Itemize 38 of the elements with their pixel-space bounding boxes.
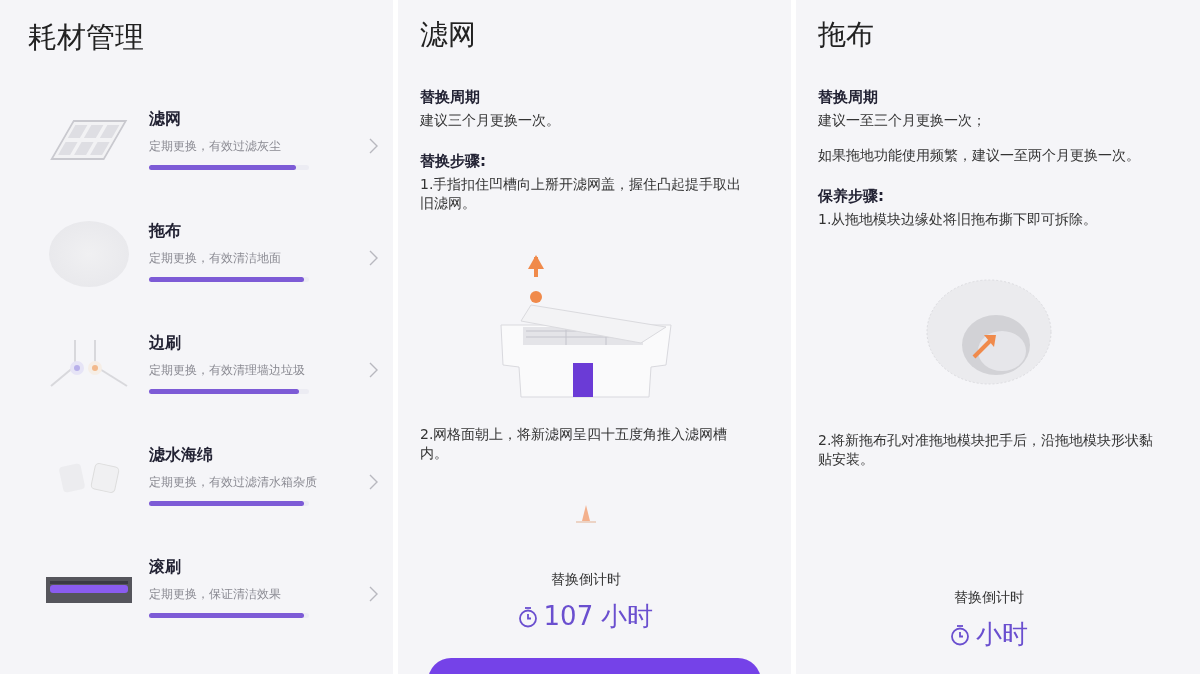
countdown-value: 小时 xyxy=(976,618,1028,651)
countdown-label: 替换倒计时 xyxy=(550,571,621,589)
chevron-right-icon xyxy=(369,250,378,266)
item-name: 滚刷 xyxy=(149,556,182,578)
item-name: 滤网 xyxy=(149,108,182,130)
instruction-text: 1.手指扣住凹槽向上掰开滤网盖，握住凸起提手取出旧滤网。 xyxy=(420,175,743,213)
sponge-icon xyxy=(56,461,121,495)
arrow-tip-drawing xyxy=(573,505,598,523)
chevron-right-icon xyxy=(369,362,378,378)
item-description: 定期更换，有效清理墙边垃圾 xyxy=(149,361,306,379)
chevron-right-icon xyxy=(369,586,378,602)
instruction-text: 如果拖地功能使用频繁，建议一至两个月更换一次。 xyxy=(818,146,1141,165)
item-description: 定期更换，保证清洁效果 xyxy=(149,585,282,603)
section-heading: 保养步骤: xyxy=(818,187,885,206)
instruction-text: 2.将新拖布孔对准拖地模块把手后，沿拖地模块形状黏贴安装。 xyxy=(818,431,1155,469)
section-heading: 替换步骤: xyxy=(420,152,487,171)
timer-icon xyxy=(950,623,970,646)
countdown-label: 替换倒计时 xyxy=(954,589,1024,607)
item-name: 滤水海绵 xyxy=(149,444,214,466)
roller-brush-icon xyxy=(45,577,132,603)
timer-icon xyxy=(517,605,538,628)
instruction-text: 2.网格面朝上，将新滤网呈四十五度角推入滤网槽内。 xyxy=(420,425,729,463)
section-heading: 替换周期 xyxy=(818,88,879,107)
page-title: 耗材管理 xyxy=(28,19,145,56)
instruction-text: 建议一至三个月更换一次； xyxy=(818,111,987,130)
item-description: 定期更换，有效过滤清水箱杂质 xyxy=(149,473,318,491)
page-title: 滤网 xyxy=(420,17,477,53)
instruction-text: 1.从拖地模块边缘处将旧拖布撕下即可拆除。 xyxy=(818,210,1099,229)
chevron-right-icon xyxy=(369,138,378,154)
countdown-value: 107 小时 xyxy=(543,600,654,633)
chevron-right-icon xyxy=(369,474,378,490)
page-title: 拖布 xyxy=(818,17,875,53)
instruction-text: 建议三个月更换一次。 xyxy=(420,111,561,130)
item-name: 边刷 xyxy=(149,332,182,354)
item-name: 拖布 xyxy=(149,220,182,242)
item-description: 定期更换，有效过滤灰尘 xyxy=(149,137,282,155)
section-heading: 替换周期 xyxy=(420,88,481,107)
item-description: 定期更换，有效清洁地面 xyxy=(149,249,282,267)
